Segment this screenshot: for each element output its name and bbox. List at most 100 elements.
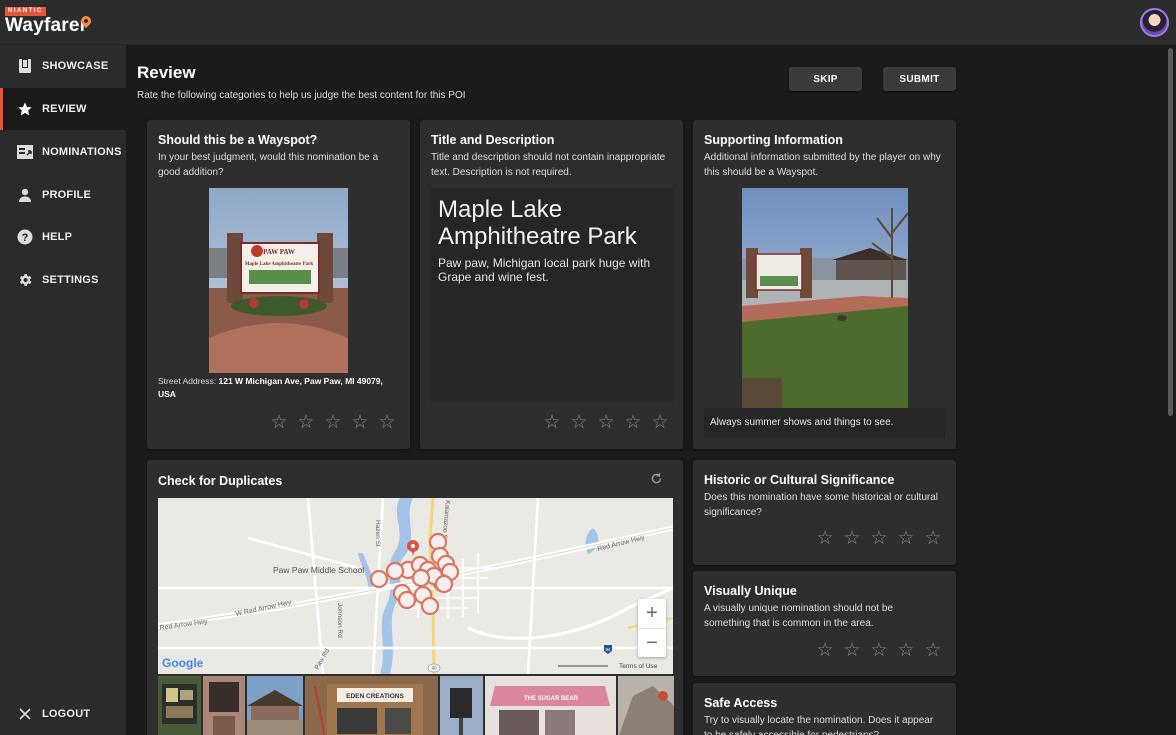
page-scrollbar[interactable] (1168, 48, 1173, 416)
wayspot-rating: ☆ ☆ ☆ ☆ ☆ (269, 413, 397, 433)
star-3[interactable]: ☆ (869, 529, 889, 549)
historic-card: Historic or Cultural Significance Does t… (693, 460, 956, 565)
zoom-out-button[interactable]: − (638, 628, 666, 657)
star-3[interactable]: ☆ (323, 413, 343, 433)
card-description: Try to visually locate the nomination. D… (704, 715, 934, 735)
title-description-card: Title and Description Title and descript… (420, 120, 683, 449)
interstate-shield: 94 (605, 647, 611, 652)
card-description: Additional information submitted by the … (704, 152, 941, 178)
sidebar-item-profile[interactable]: PROFILE (0, 174, 126, 216)
card-description: A visually unique nomination should not … (704, 603, 894, 629)
person-icon (16, 186, 34, 204)
star-3[interactable]: ☆ (596, 413, 616, 433)
card-title: Check for Duplicates (158, 474, 283, 488)
map-label-road: Hazen St (374, 520, 381, 547)
duplicate-thumbnails: EDEN CREATIONS THE SUGAR BEAR (158, 676, 674, 735)
star-5[interactable]: ☆ (377, 413, 397, 433)
sign-text: PAW PAW (263, 248, 295, 256)
duplicate-thumb[interactable]: THE SUGAR BEAR (485, 676, 616, 735)
top-bar: NIANTIC Wayfarer (0, 0, 1176, 45)
map-label-school: Paw Paw Middle School (273, 565, 364, 575)
supporting-photo[interactable] (742, 188, 908, 408)
card-description: Does this nomination have some historica… (704, 492, 938, 518)
main-content: Review Rate the following categories to … (126, 45, 1176, 735)
star-2[interactable]: ☆ (842, 641, 862, 661)
star-2[interactable]: ☆ (296, 413, 316, 433)
star-1[interactable]: ☆ (815, 529, 835, 549)
visual-rating: ☆ ☆ ☆ ☆ ☆ (815, 641, 943, 661)
map-marker[interactable] (420, 596, 440, 616)
star-5[interactable]: ☆ (923, 641, 943, 661)
logout-button[interactable]: LOGOUT (0, 693, 126, 735)
map-marker[interactable] (411, 568, 431, 588)
sidebar-item-showcase[interactable]: SHOWCASE (0, 45, 126, 87)
historic-rating: ☆ ☆ ☆ ☆ ☆ (815, 529, 943, 549)
duplicate-thumb[interactable] (618, 676, 674, 735)
help-icon: ? (16, 228, 34, 246)
star-1[interactable]: ☆ (269, 413, 289, 433)
wayfarer-logo[interactable]: NIANTIC Wayfarer (5, 7, 95, 39)
sidebar: SHOWCASE REVIEW NOMINATIONS PROFILE ? HE… (0, 45, 126, 735)
map-label-road: Johnson Rd (336, 603, 343, 638)
duplicates-map[interactable]: Paw Paw Middle School Red Arrow Hwy W Re… (158, 498, 673, 674)
map-marker[interactable] (434, 574, 454, 594)
terms-link[interactable]: Terms of Use (619, 663, 657, 670)
card-description: In your best judgment, would this nomina… (158, 152, 379, 178)
thumb-shop-text: THE SUGAR BEAR (524, 696, 579, 702)
star-5[interactable]: ☆ (923, 529, 943, 549)
gear-icon (16, 271, 34, 289)
skip-button[interactable]: SKIP (789, 67, 862, 91)
nomination-photo[interactable]: PAW PAW Maple Lake Amphitheatre Park (209, 188, 348, 373)
sidebar-item-settings[interactable]: SETTINGS (0, 259, 126, 301)
star-4[interactable]: ☆ (896, 529, 916, 549)
card-title: Historic or Cultural Significance (704, 473, 895, 487)
map-zoom-control: + − (638, 599, 666, 657)
card-description: Title and description should not contain… (431, 152, 666, 178)
sidebar-item-label: SHOWCASE (42, 60, 109, 72)
map-marker[interactable] (369, 569, 389, 589)
google-logo: Google (162, 656, 204, 670)
star-4[interactable]: ☆ (623, 413, 643, 433)
star-2[interactable]: ☆ (842, 529, 862, 549)
duplicate-thumb[interactable] (440, 676, 483, 735)
map-marker[interactable] (397, 590, 417, 610)
zoom-in-button[interactable]: + (638, 599, 666, 628)
poi-description: Paw paw, Michigan local park huge with G… (438, 256, 651, 284)
sidebar-item-label: HELP (42, 231, 73, 243)
star-4[interactable]: ☆ (896, 641, 916, 661)
nominations-icon (16, 143, 34, 161)
page-subtitle: Rate the following categories to help us… (137, 90, 466, 101)
sign-text: Maple Lake Amphitheatre Park (245, 262, 314, 267)
duplicate-thumb[interactable]: EDEN CREATIONS (305, 676, 438, 735)
sidebar-item-label: SETTINGS (42, 274, 99, 286)
duplicate-thumb[interactable] (203, 676, 245, 735)
refresh-icon[interactable] (650, 472, 663, 488)
supporting-info-card: Supporting Information Additional inform… (693, 120, 956, 449)
logout-label: LOGOUT (42, 708, 91, 720)
star-3[interactable]: ☆ (869, 641, 889, 661)
star-1[interactable]: ☆ (815, 641, 835, 661)
card-title: Title and Description (431, 133, 555, 147)
map-marker[interactable] (385, 561, 405, 581)
sidebar-item-label: PROFILE (42, 189, 92, 201)
sidebar-item-label: NOMINATIONS (42, 146, 122, 158)
duplicate-thumb[interactable] (247, 676, 303, 735)
sidebar-item-review[interactable]: REVIEW (0, 88, 126, 130)
star-icon (16, 100, 34, 118)
avatar[interactable] (1140, 8, 1169, 37)
card-title: Should this be a Wayspot? (158, 133, 318, 147)
submit-button[interactable]: SUBMIT (883, 67, 956, 91)
card-title: Supporting Information (704, 133, 843, 147)
wayfarer-wordmark: Wayfarer (5, 15, 88, 36)
duplicate-thumb[interactable] (158, 676, 201, 735)
sidebar-item-help[interactable]: ? HELP (0, 216, 126, 258)
card-title: Safe Access (704, 696, 778, 710)
svg-text:?: ? (22, 232, 29, 244)
star-2[interactable]: ☆ (569, 413, 589, 433)
star-5[interactable]: ☆ (650, 413, 670, 433)
star-4[interactable]: ☆ (350, 413, 370, 433)
star-1[interactable]: ☆ (542, 413, 562, 433)
street-address: Street Address: 121 W Michigan Ave, Paw … (158, 376, 383, 399)
route-shield: 40 (431, 666, 437, 672)
sidebar-item-nominations[interactable]: NOMINATIONS (0, 131, 126, 173)
